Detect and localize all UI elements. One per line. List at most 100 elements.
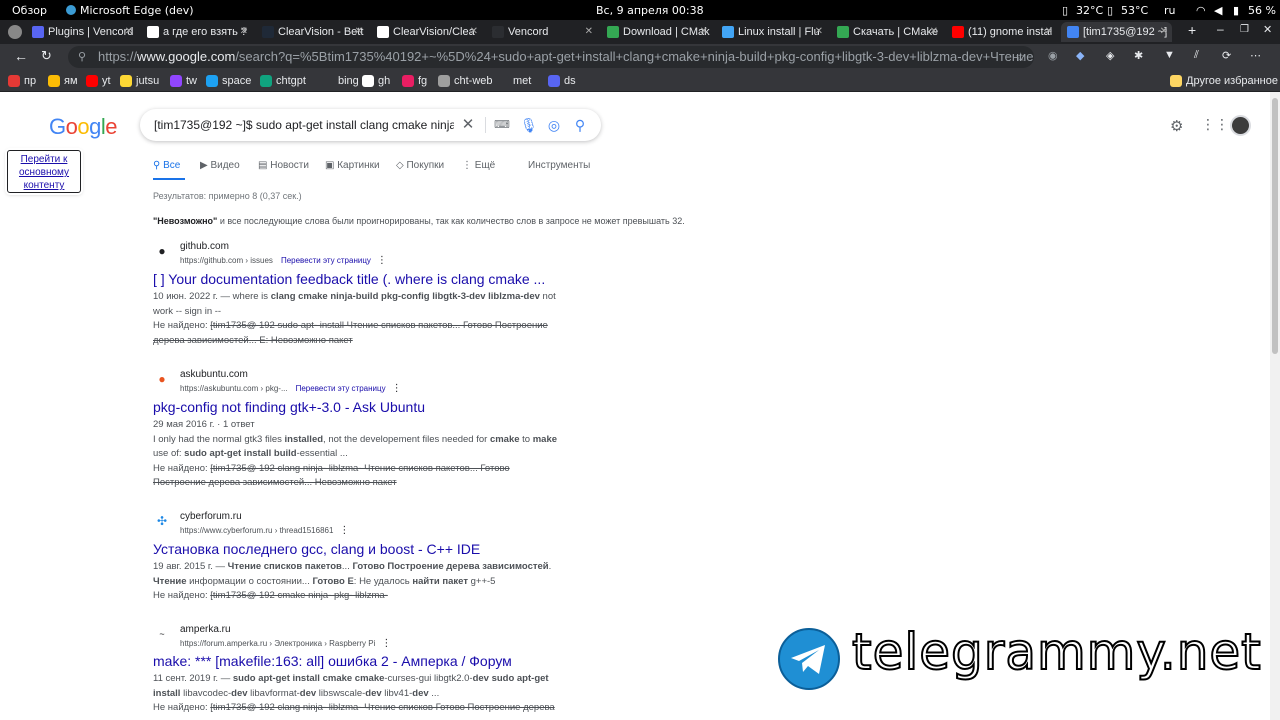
bookmark-item[interactable]: yt bbox=[86, 73, 111, 89]
tab-news[interactable]: ▤ Новости bbox=[258, 160, 309, 171]
site-info-icon[interactable]: ⚲ bbox=[78, 46, 86, 68]
extension-icon-3[interactable]: ◈ bbox=[1106, 49, 1114, 62]
bookmark-item[interactable]: gh bbox=[362, 73, 390, 89]
tab-video[interactable]: ▶ Видео bbox=[200, 160, 240, 171]
more-options-icon[interactable]: ⋮ bbox=[392, 383, 402, 394]
tab-close-icon[interactable]: ✕ bbox=[585, 22, 593, 42]
bookmark-item[interactable]: ям bbox=[48, 73, 78, 89]
scrollbar-thumb[interactable] bbox=[1272, 98, 1278, 354]
tab-close-icon[interactable]: ✕ bbox=[815, 22, 823, 42]
mic-icon[interactable]: 🎙 bbox=[520, 117, 538, 133]
tab[interactable]: Download | CMak ✕ bbox=[601, 22, 712, 42]
bookmark-item[interactable]: tw bbox=[170, 73, 197, 89]
minimize-icon[interactable]: – bbox=[1217, 22, 1224, 36]
tab[interactable]: а где его взять ? ✕ bbox=[141, 22, 252, 42]
extension-icon-1[interactable]: ◉ bbox=[1048, 49, 1058, 62]
bookmark-item[interactable]: met bbox=[497, 73, 531, 89]
back-icon[interactable]: ← bbox=[14, 48, 28, 64]
tab-images[interactable]: ▣ Картинки bbox=[325, 160, 380, 171]
tab-close-icon[interactable]: ✕ bbox=[1160, 22, 1168, 42]
profile-icon[interactable] bbox=[8, 25, 22, 39]
favorite-star-icon[interactable]: ☆ bbox=[1015, 46, 1026, 68]
skip-to-content-link[interactable]: Перейти к основному контенту bbox=[7, 150, 81, 193]
google-logo[interactable]: Google bbox=[49, 114, 118, 140]
bookmark-favicon-icon bbox=[548, 75, 560, 87]
result-url: https://forum.amperka.ru › Электроника ›… bbox=[180, 638, 392, 649]
result-title-link[interactable]: pkg-config not finding gtk+-3.0 - Ask Ub… bbox=[153, 399, 425, 415]
url-field[interactable]: ⚲ https://www.google.com/search?q=%5Btim… bbox=[68, 46, 1034, 68]
restore-icon[interactable]: ❐ bbox=[1240, 24, 1249, 35]
bookmark-favicon-icon bbox=[120, 75, 132, 87]
more-options-icon[interactable]: ⋮ bbox=[339, 525, 349, 536]
bookmark-item[interactable]: cht-web bbox=[438, 73, 493, 89]
bookmark-item[interactable]: chtgpt bbox=[260, 73, 306, 89]
scrollbar[interactable] bbox=[1270, 92, 1280, 720]
bookmark-item[interactable]: fg bbox=[402, 73, 427, 89]
new-tab-icon[interactable]: + bbox=[1188, 22, 1196, 38]
bookmark-favicon-icon bbox=[170, 75, 182, 87]
active-app-name[interactable]: Microsoft Edge (dev) bbox=[80, 4, 194, 17]
tab-close-icon[interactable]: ✕ bbox=[355, 22, 363, 42]
volume-icon[interactable]: ◀ bbox=[1214, 4, 1222, 17]
tab[interactable]: Vencord ✕ bbox=[486, 22, 597, 42]
tab-close-icon[interactable]: ✕ bbox=[1045, 22, 1053, 42]
bookmark-item[interactable]: jutsu bbox=[120, 73, 159, 89]
keyboard-layout[interactable]: ru bbox=[1164, 4, 1176, 17]
tab[interactable]: (11) gnome instal ✕ bbox=[946, 22, 1057, 42]
translate-link[interactable]: Перевести эту страницу bbox=[281, 256, 371, 265]
result-title-link[interactable]: [ ] Your documentation feedback title (.… bbox=[153, 271, 545, 287]
keyboard-icon[interactable]: ⌨ bbox=[494, 117, 510, 133]
sync-icon[interactable]: ⟳ bbox=[1222, 49, 1231, 62]
tab[interactable]: [tim1735@192 ~] ✕ bbox=[1061, 22, 1172, 42]
apps-grid-icon[interactable]: ⋮⋮ bbox=[1201, 116, 1229, 133]
cyberforum-favicon: ✣ bbox=[153, 512, 171, 530]
result-title-link[interactable]: Установка последнего gcc, clang и boost … bbox=[153, 541, 480, 557]
extension-icon-4[interactable]: ✱ bbox=[1134, 49, 1143, 62]
tab-close-icon[interactable]: ✕ bbox=[240, 22, 248, 42]
bookmark-item[interactable]: space bbox=[206, 73, 251, 89]
close-window-icon[interactable]: ✕ bbox=[1263, 23, 1272, 36]
tab-close-icon[interactable]: ✕ bbox=[470, 22, 478, 42]
tools-button[interactable]: Инструменты bbox=[528, 160, 590, 171]
tab[interactable]: Скачать | CMake ✕ bbox=[831, 22, 942, 42]
tab-all[interactable]: ⚲ Все bbox=[153, 160, 180, 171]
tab-shopping[interactable]: ◇ Покупки bbox=[396, 160, 444, 171]
tab-close-icon[interactable]: ✕ bbox=[125, 22, 133, 42]
avatar[interactable] bbox=[1230, 115, 1251, 136]
search-icon[interactable]: ⚲ bbox=[572, 117, 588, 133]
settings-gear-icon[interactable]: ⚙ bbox=[1170, 117, 1183, 135]
result-title-link[interactable]: make: *** [makefile:163: all] ошибка 2 -… bbox=[153, 653, 512, 669]
search-input[interactable] bbox=[154, 115, 454, 135]
bookmark-item[interactable]: ds bbox=[548, 73, 576, 89]
search-small-icon: ⚲ bbox=[153, 160, 164, 171]
bookmark-label: ds bbox=[564, 75, 576, 87]
camera-search-icon[interactable]: ◎ bbox=[546, 117, 562, 133]
tab-more[interactable]: ⋮ Ещё bbox=[462, 160, 495, 171]
split-screen-icon[interactable]: ⫽ bbox=[1194, 49, 1199, 62]
extension-icon-2[interactable]: ◆ bbox=[1076, 49, 1084, 62]
clear-icon[interactable]: ✕ bbox=[460, 117, 476, 133]
activities-button[interactable]: Обзор bbox=[12, 4, 47, 17]
bookmark-label: chtgpt bbox=[276, 75, 306, 87]
other-favorites[interactable]: Другое избранное bbox=[1170, 73, 1278, 89]
tab[interactable]: Linux install | Flu ✕ bbox=[716, 22, 827, 42]
reload-icon[interactable]: ↻ bbox=[41, 48, 52, 64]
bookmark-item[interactable]: bing bbox=[322, 73, 359, 89]
search-box[interactable]: ✕ ⌨ 🎙 ◎ ⚲ bbox=[140, 109, 601, 141]
extension-icon-5[interactable]: ▼ bbox=[1164, 49, 1175, 61]
more-options-icon[interactable]: ⋮ bbox=[377, 255, 387, 266]
tab-close-icon[interactable]: ✕ bbox=[930, 22, 938, 42]
menu-icon[interactable]: ⋯ bbox=[1250, 49, 1261, 62]
tab[interactable]: ClearVision/Clea ✕ bbox=[371, 22, 482, 42]
tab[interactable]: ClearVision - Bett ✕ bbox=[256, 22, 367, 42]
more-options-icon[interactable]: ⋮ bbox=[381, 638, 391, 649]
wifi-icon[interactable]: ◠ bbox=[1196, 4, 1206, 17]
battery-icon[interactable]: ▮ bbox=[1233, 4, 1239, 17]
tab-close-icon[interactable]: ✕ bbox=[700, 22, 708, 42]
clock[interactable]: Вс, 9 апреля 00:38 bbox=[596, 4, 704, 17]
bookmark-item[interactable]: пр bbox=[8, 73, 36, 89]
url-path: /search?q=%5Btim1735%40192+~%5D%24+sudo+… bbox=[235, 49, 1034, 64]
bookmark-label: jutsu bbox=[136, 75, 160, 87]
tab[interactable]: Plugins | Vencord ✕ bbox=[26, 22, 137, 42]
translate-link[interactable]: Перевести эту страницу bbox=[296, 384, 386, 393]
